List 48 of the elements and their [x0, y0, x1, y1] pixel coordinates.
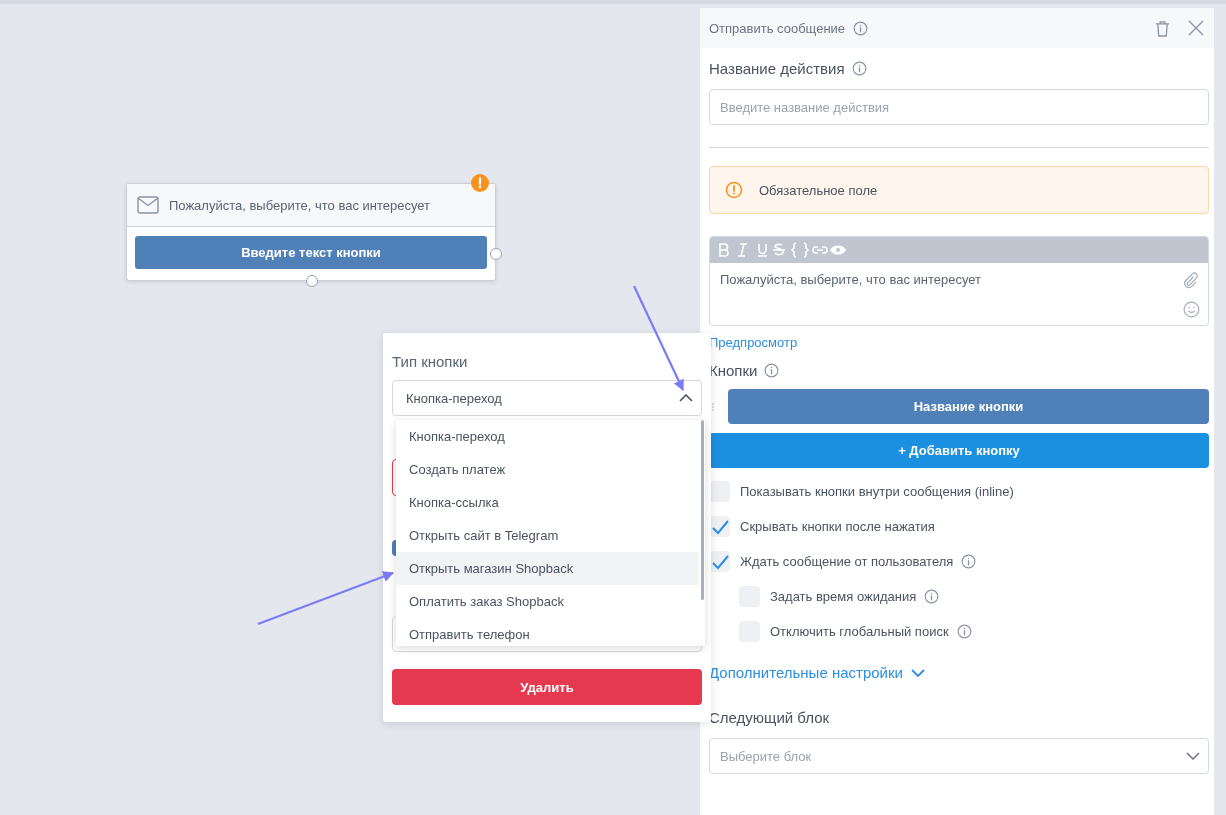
chevron-down-icon[interactable]	[910, 668, 925, 677]
dropdown-option[interactable]: Открыть сайт в Telegram	[396, 519, 699, 552]
node-message: Пожалуйста, выберите, что вас интересует	[169, 197, 431, 213]
checkbox-label: Отключить глобальный поиск	[770, 624, 949, 639]
checkbox-label: Скрывать кнопки после нажатия	[740, 519, 935, 534]
checkbox-label: Задать время ожидания	[770, 589, 917, 604]
scrollbar[interactable]	[701, 420, 704, 600]
info-icon[interactable]	[764, 363, 780, 378]
chevron-up-icon[interactable]	[679, 394, 693, 402]
node-button[interactable]: Введите текст кнопки	[135, 236, 487, 269]
panel-title: Отправить сообщение	[709, 20, 846, 36]
checkbox[interactable]	[709, 481, 730, 502]
info-icon[interactable]	[924, 589, 940, 604]
info-icon[interactable]	[851, 61, 867, 76]
smiley-icon[interactable]	[1183, 301, 1200, 318]
envelope-icon	[137, 196, 159, 214]
info-icon[interactable]	[956, 624, 972, 639]
info-icon[interactable]	[961, 554, 977, 569]
preview-link[interactable]: Предпросмотр	[709, 335, 1209, 350]
message-button[interactable]: Название кнопки	[728, 389, 1209, 424]
field-label: Название действия	[709, 60, 845, 77]
message-node[interactable]: Пожалуйста, выберите, что вас интересует Введите текст кнопки	[126, 183, 496, 281]
action-name-field[interactable]: Введите название действия	[709, 89, 1209, 125]
message-text: Пожалуйста, выберите, что вас интересует	[720, 272, 982, 289]
advanced-settings-link[interactable]: Дополнительные настройки	[709, 664, 903, 681]
dropdown-option[interactable]: Создать платеж	[396, 453, 699, 486]
popup-title: Тип кнопки	[392, 353, 469, 370]
message-editor[interactable]: Пожалуйста, выберите, что вас интересует	[709, 236, 1209, 326]
checkbox-label: Ждать сообщение от пользователя	[740, 554, 954, 569]
alert-text: Обязательное поле	[759, 182, 878, 198]
dropdown-option[interactable]: Открыть магазин Shopback	[396, 552, 699, 585]
dropdown-option[interactable]: Оплатить заказ Shopback	[396, 585, 699, 618]
drag-handle-icon[interactable]	[709, 402, 715, 411]
dropdown-option[interactable]: Кнопка-ссылка	[396, 486, 699, 519]
add-button[interactable]: + Добавить кнопку	[709, 433, 1209, 468]
checkbox[interactable]	[709, 516, 730, 537]
delete-button[interactable]: Удалить	[392, 669, 702, 705]
close-icon[interactable]	[1188, 20, 1204, 36]
paperclip-icon[interactable]	[1183, 272, 1198, 289]
dropdown-option[interactable]: Кнопка-переход	[396, 420, 699, 453]
checkbox-label: Показывать кнопки внутри сообщения (inline)	[740, 484, 1014, 499]
info-icon[interactable]	[853, 20, 869, 36]
checkbox[interactable]	[709, 551, 730, 572]
alert-icon	[725, 181, 743, 199]
field-label: Следующий блок	[709, 709, 830, 726]
chevron-down-icon[interactable]	[1186, 752, 1200, 760]
trash-icon[interactable]	[1155, 19, 1170, 37]
button-type-select[interactable]: Кнопка-переход	[392, 380, 702, 416]
